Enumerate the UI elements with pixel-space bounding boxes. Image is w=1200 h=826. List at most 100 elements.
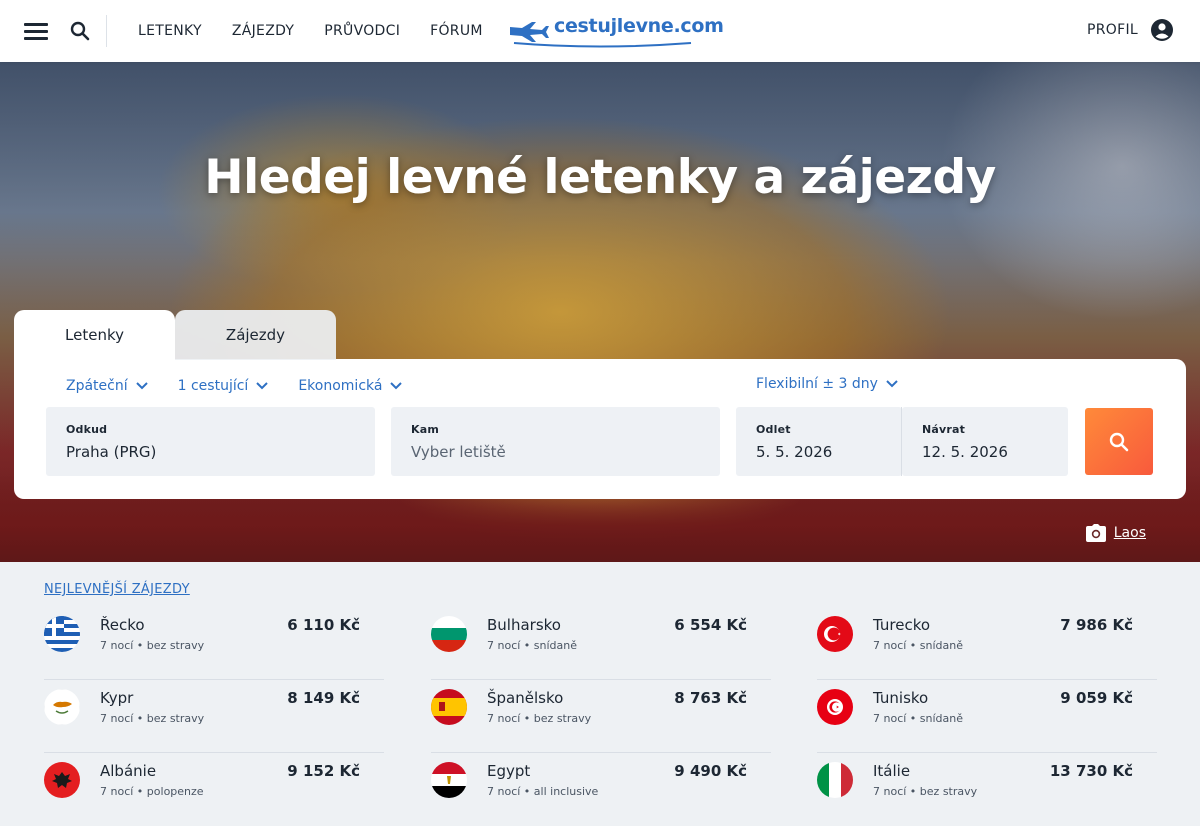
destination-field[interactable]: Kam Vyber letiště — [391, 407, 720, 476]
deal-board: bez stravy — [146, 639, 205, 652]
search-tabs: Letenky Zájezdy — [14, 310, 336, 360]
chevron-down-icon — [135, 382, 148, 390]
search-options: Zpáteční 1 cestující Ekonomická — [66, 376, 403, 396]
deal-board: snídaně — [919, 639, 964, 652]
deal-item-kypr[interactable]: Kypr 7 nocí • bez stravy 8 149 Kč — [44, 680, 384, 753]
departure-value: 5. 5. 2026 — [756, 443, 833, 461]
tab-letenky[interactable]: Letenky — [14, 310, 175, 360]
deal-item-turecko[interactable]: Turecko 7 nocí • snídaně 7 986 Kč — [817, 607, 1157, 680]
deal-meta: 7 nocí • polopenze — [100, 785, 204, 798]
deal-item-spanelsko[interactable]: Španělsko 7 nocí • bez stravy 8 763 Kč — [431, 680, 771, 753]
deal-price: 6 554 Kč — [674, 616, 747, 634]
deal-price: 9 490 Kč — [674, 762, 747, 780]
deal-item-bulharsko[interactable]: Bulharsko 7 nocí • snídaně 6 554 Kč — [431, 607, 771, 680]
search-icon[interactable] — [70, 21, 90, 41]
deal-board: snídaně — [919, 712, 964, 725]
deal-board: snídaně — [533, 639, 578, 652]
deal-board: bez stravy — [919, 785, 978, 798]
origin-label: Odkud — [66, 423, 108, 436]
turkey-flag-icon — [817, 616, 853, 652]
nav-link-zajezdy[interactable]: ZÁJEZDY — [232, 23, 294, 39]
deal-nights: 7 nocí — [873, 785, 907, 798]
deal-meta: 7 nocí • snídaně — [873, 712, 964, 725]
deal-nights: 7 nocí — [487, 785, 521, 798]
deal-nights: 7 nocí — [100, 785, 134, 798]
hero-title: Hledej levné letenky a zájezdy — [204, 150, 996, 205]
deal-meta: 7 nocí • all inclusive — [487, 785, 599, 798]
deal-nights: 7 nocí — [100, 712, 134, 725]
deal-country: Španělsko — [487, 689, 564, 707]
trip-type-dropdown[interactable]: Zpáteční — [66, 376, 148, 396]
deal-meta: 7 nocí • snídaně — [487, 639, 578, 652]
deal-board: polopenze — [146, 785, 204, 798]
deal-country: Řecko — [100, 616, 145, 634]
deal-meta: 7 nocí • snídaně — [873, 639, 964, 652]
greece-flag-icon — [44, 616, 80, 652]
nav-divider — [106, 15, 107, 47]
tunisia-flag-icon — [817, 689, 853, 725]
deal-meta: 7 nocí • bez stravy — [100, 639, 205, 652]
cheapest-trips-heading[interactable]: NEJLEVNĚJŠÍ ZÁJEZDY — [44, 582, 190, 597]
site-logo[interactable]: cestujlevne.com — [508, 14, 724, 48]
logo-text: cestujlevne.com — [554, 15, 724, 37]
cyprus-flag-icon — [44, 689, 80, 725]
return-label: Návrat — [922, 423, 966, 436]
egypt-flag-icon — [431, 762, 467, 798]
flexibility-value: Flexibilní ± 3 dny — [756, 376, 878, 392]
deal-price: 7 986 Kč — [1060, 616, 1133, 634]
search-icon — [1109, 432, 1129, 451]
deal-price: 13 730 Kč — [1049, 762, 1133, 780]
deal-country: Bulharsko — [487, 616, 561, 634]
deal-item-tunisko[interactable]: Tunisko 7 nocí • snídaně 9 059 Kč — [817, 680, 1157, 753]
origin-field[interactable]: Odkud Praha (PRG) — [46, 407, 375, 476]
deal-item-recko[interactable]: Řecko 7 nocí • bez stravy 6 110 Kč — [44, 607, 384, 680]
destination-placeholder: Vyber letiště — [411, 443, 506, 461]
departure-label: Odlet — [756, 423, 791, 436]
deal-country: Itálie — [873, 762, 911, 780]
profile-menu[interactable]: PROFIL — [1087, 18, 1174, 42]
return-value: 12. 5. 2026 — [922, 443, 1008, 461]
deal-item-egypt[interactable]: Egypt 7 nocí • all inclusive 9 490 Kč — [431, 753, 771, 826]
deal-board: bez stravy — [533, 712, 592, 725]
trip-type-value: Zpáteční — [66, 378, 128, 394]
spain-flag-icon — [431, 689, 467, 725]
photo-credit-text: Laos — [1113, 525, 1146, 541]
deal-price: 9 152 Kč — [287, 762, 360, 780]
nav-link-forum[interactable]: FÓRUM — [430, 23, 483, 39]
origin-value: Praha (PRG) — [66, 443, 157, 461]
deal-country: Tunisko — [873, 689, 929, 707]
search-button[interactable] — [1085, 408, 1153, 475]
main-nav: LETENKY ZÁJEZDY PRŮVODCI FÓRUM — [138, 0, 483, 62]
italy-flag-icon — [817, 762, 853, 798]
flexibility-dropdown[interactable]: Flexibilní ± 3 dny — [756, 376, 898, 392]
deal-nights: 7 nocí — [873, 639, 907, 652]
bulgaria-flag-icon — [431, 616, 467, 652]
deal-nights: 7 nocí — [100, 639, 134, 652]
deal-country: Egypt — [487, 762, 531, 780]
deal-nights: 7 nocí — [873, 712, 907, 725]
deal-item-albanie[interactable]: Albánie 7 nocí • polopenze 9 152 Kč — [44, 753, 384, 826]
user-account-icon — [1151, 19, 1173, 41]
deal-country: Turecko — [873, 616, 931, 634]
travelers-dropdown[interactable]: 1 cestující — [178, 376, 269, 396]
photo-credit-link[interactable]: Laos — [1085, 524, 1146, 542]
deal-meta: 7 nocí • bez stravy — [100, 712, 205, 725]
travelers-value: 1 cestující — [177, 378, 249, 394]
hamburger-menu-icon[interactable] — [24, 21, 48, 41]
nav-link-letenky[interactable]: LETENKY — [138, 23, 202, 39]
departure-date-field[interactable]: Odlet 5. 5. 2026 — [736, 407, 902, 476]
chevron-down-icon — [256, 382, 269, 390]
tab-zajezdy[interactable]: Zájezdy — [175, 310, 336, 360]
destination-label: Kam — [411, 423, 440, 436]
deal-price: 9 059 Kč — [1060, 689, 1133, 707]
chevron-down-icon — [886, 380, 898, 388]
deal-board: all inclusive — [533, 785, 599, 798]
deal-price: 8 763 Kč — [674, 689, 747, 707]
deal-nights: 7 nocí — [487, 712, 521, 725]
deal-price: 6 110 Kč — [287, 616, 360, 634]
return-date-field[interactable]: Návrat 12. 5. 2026 — [902, 407, 1068, 476]
nav-link-pruvodci[interactable]: PRŮVODCI — [324, 23, 400, 39]
deal-country: Albánie — [100, 762, 157, 780]
cabin-class-dropdown[interactable]: Ekonomická — [298, 376, 403, 396]
deal-item-italie[interactable]: Itálie 7 nocí • bez stravy 13 730 Kč — [817, 753, 1157, 826]
